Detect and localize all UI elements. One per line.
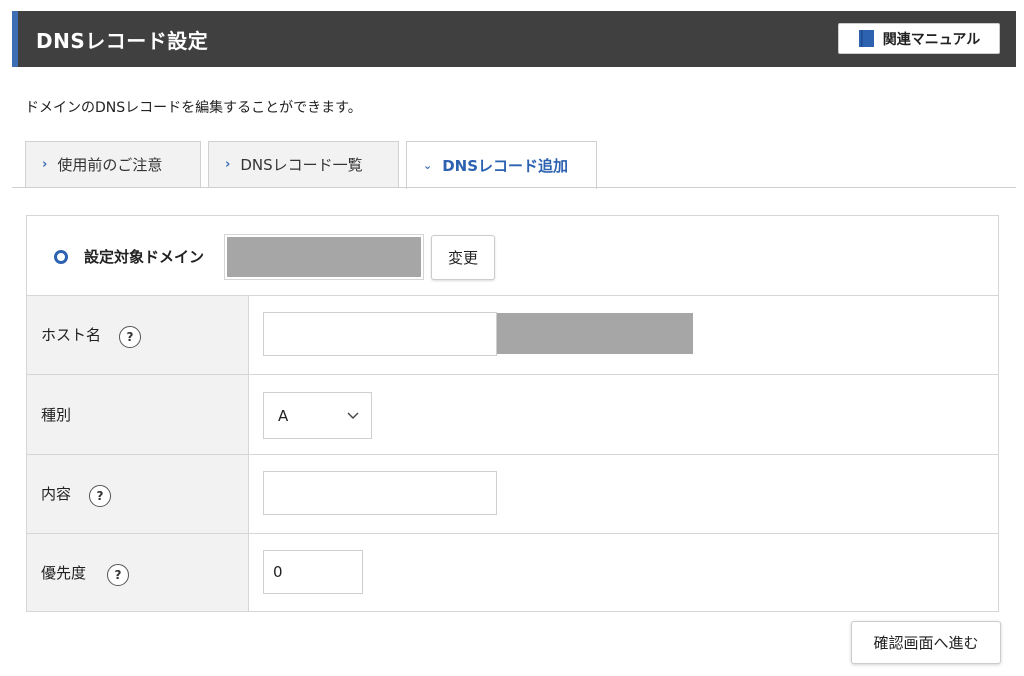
related-manual-button[interactable]: 関連マニュアル [838,23,1000,54]
tab-dns-record-add[interactable]: ⌄ DNSレコード追加 [406,141,597,189]
related-manual-label: 関連マニュアル [882,31,981,48]
chevron-down-icon: ⌄ [423,159,433,172]
target-domain-label: 設定対象ドメイン [84,248,205,266]
content-input[interactable] [263,471,497,515]
tab-dns-record-list[interactable]: › DNSレコード一覧 [208,141,399,187]
confirm-button[interactable]: 確認画面へ進む [851,621,1001,664]
content-label: 内容 [41,485,72,503]
host-row: ホスト名 ? [27,296,998,375]
page-header: DNSレコード設定 関連マニュアル [12,11,1016,67]
chevron-right-icon: › [42,157,48,172]
priority-row: 優先度 ? [27,534,998,611]
tab-label: DNSレコード一覧 [240,156,363,174]
page-title: DNSレコード設定 [36,29,209,53]
radio-icon [54,250,68,264]
help-icon[interactable]: ? [89,485,111,507]
help-icon[interactable]: ? [107,564,129,586]
priority-label: 優先度 [41,564,87,582]
book-icon [858,30,874,47]
chevron-right-icon: › [225,157,231,172]
target-domain-field [224,234,424,280]
target-domain-row: 設定対象ドメイン 変更 [27,216,998,296]
page-description: ドメインのDNSレコードを編集することができます。 [25,100,362,116]
tab-label: 使用前のご注意 [57,156,163,174]
host-input[interactable] [263,312,497,356]
host-label-cell: ホスト名 ? [27,296,249,374]
host-label: ホスト名 [41,326,102,344]
tab-precautions[interactable]: › 使用前のご注意 [25,141,201,187]
tab-label: DNSレコード追加 [442,157,569,175]
dns-record-form: 設定対象ドメイン 変更 ホスト名 ? 種別 A 内容 ? 優先度 ? 0 [26,215,999,612]
priority-input[interactable] [263,550,363,594]
record-type-select[interactable]: A [263,392,372,439]
type-label: 種別 [41,406,72,424]
tabs-divider [12,187,1016,188]
host-domain-suffix [497,313,693,354]
chevron-down-icon [347,412,359,419]
help-icon[interactable]: ? [119,326,141,348]
change-domain-button[interactable]: 変更 [431,235,495,280]
priority-label-cell: 優先度 ? [27,534,249,611]
content-row: 内容 ? [27,455,998,534]
type-label-cell: 種別 [27,375,249,454]
content-label-cell: 内容 ? [27,455,249,533]
type-row: 種別 A [27,375,998,455]
record-type-value: A [278,406,289,425]
